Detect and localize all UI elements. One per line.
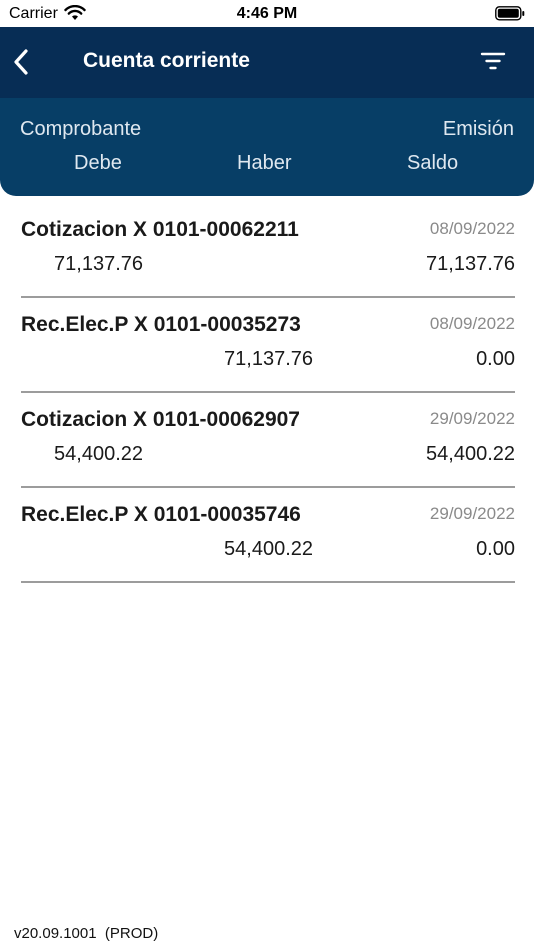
saldo-value: 71,137.76	[426, 253, 515, 275]
emision-date: 08/09/2022	[429, 314, 515, 333]
emision-date: 29/09/2022	[429, 504, 515, 523]
filter-icon[interactable]	[480, 49, 506, 73]
list-item[interactable]: Rec.Elec.P X 0101-00035746 29/09/2022 54…	[21, 488, 515, 583]
list-item[interactable]: Rec.Elec.P X 0101-00035273 08/09/2022 71…	[21, 298, 515, 393]
list-item[interactable]: Cotizacion X 0101-00062907 29/09/2022 54…	[21, 393, 515, 488]
battery-icon	[495, 6, 525, 21]
page-title: Cuenta corriente	[83, 49, 250, 72]
header-saldo: Saldo	[407, 152, 459, 174]
comprobante-label: Rec.Elec.P X 0101-00035746	[21, 503, 301, 526]
comprobante-label: Cotizacion X 0101-00062907	[21, 408, 300, 431]
header-debe: Debe	[74, 152, 122, 174]
navbar: Cuenta corriente	[0, 27, 534, 98]
version-label: v20.09.1001 (PROD)	[14, 925, 159, 942]
status-bar: Carrier 4:46 PM	[0, 0, 534, 27]
saldo-value: 0.00	[476, 538, 515, 560]
movements-list: Cotizacion X 0101-00062211 08/09/2022 71…	[21, 203, 515, 583]
haber-value: 54,400.22	[224, 538, 313, 560]
chevron-left-icon[interactable]	[8, 45, 36, 79]
comprobante-label: Cotizacion X 0101-00062211	[21, 218, 299, 241]
header-emision: Emisión	[442, 118, 514, 140]
debe-value: 54,400.22	[54, 443, 143, 465]
header-haber: Haber	[237, 152, 292, 174]
comprobante-label: Rec.Elec.P X 0101-00035273	[21, 313, 301, 336]
haber-value: 71,137.76	[224, 348, 313, 370]
emision-date: 29/09/2022	[429, 409, 515, 428]
debe-value: 71,137.76	[54, 253, 143, 275]
status-time: 4:46 PM	[236, 5, 298, 22]
saldo-value: 54,400.22	[426, 443, 515, 465]
emision-date: 08/09/2022	[429, 219, 515, 238]
column-header: Comprobante Emisión Debe Haber Saldo	[0, 98, 534, 196]
saldo-value: 0.00	[476, 348, 515, 370]
list-item[interactable]: Cotizacion X 0101-00062211 08/09/2022 71…	[21, 203, 515, 298]
header-comprobante: Comprobante	[20, 118, 142, 140]
